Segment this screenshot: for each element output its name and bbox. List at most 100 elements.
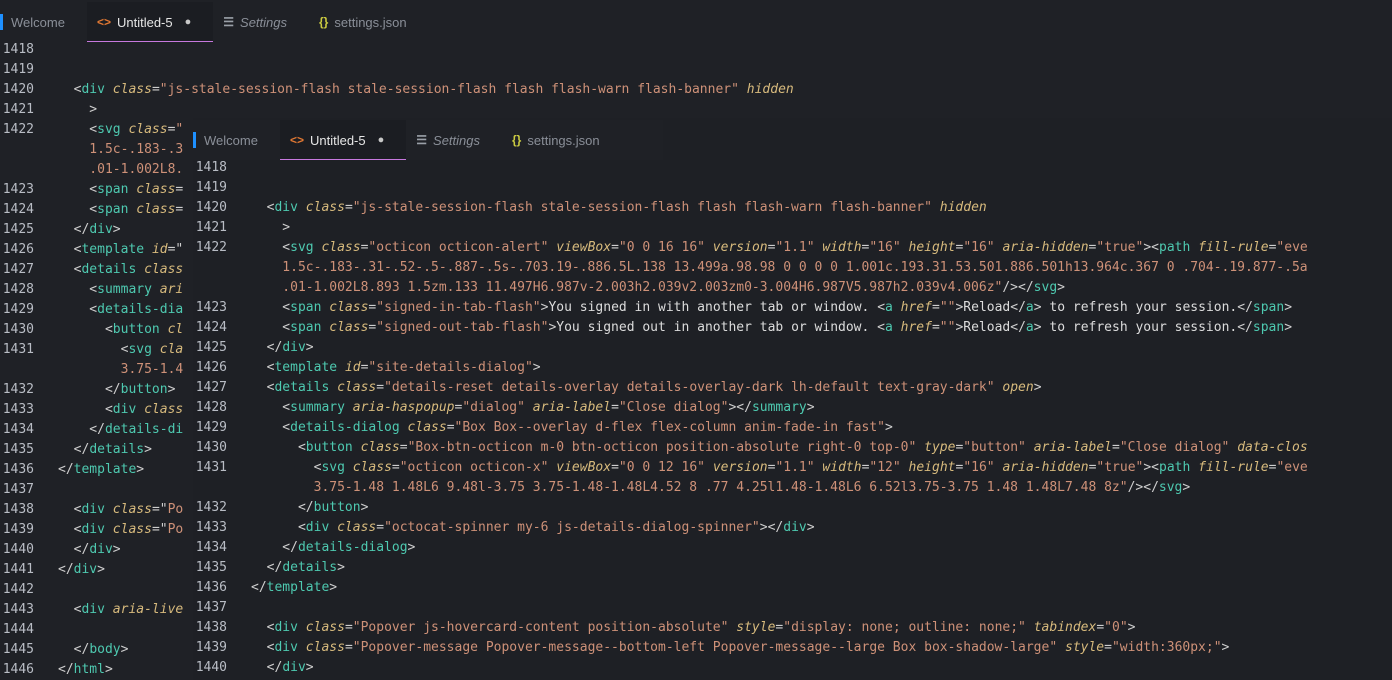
code-token: =" [151,522,168,537]
line-number: 1427 [195,380,227,395]
tab-label: Untitled-5 [309,132,366,148]
code-line[interactable]: 1421 > [0,100,1392,120]
code-line[interactable]: 1422 <svg class = "octicon octicon-alert" … [193,238,1392,258]
code-line[interactable]: 1424 <span class="signed-out-tab-flash">… [193,318,1392,338]
code-line[interactable]: 1426 <template id="site-details-dialog"> [193,358,1392,378]
code-token: details-dialog [290,420,408,435]
code-token: class [305,640,345,655]
line-number: 1419 [195,180,227,195]
code-line[interactable]: 1419 [193,178,1392,198]
code-token: </ [58,662,74,677]
line-number: 1419 [2,62,34,77]
code-token: </ [58,442,90,457]
front-editor[interactable]: 1418 1419 1420 <div class="js-stale-sessio… [193,158,1392,680]
line-number: 1440 [195,660,227,675]
code-token: class [112,82,152,97]
code-token: /></ [1002,280,1034,295]
code-line[interactable]: 1437 [193,598,1392,618]
code-line[interactable]: 1439 <div class="Popover-message Popover… [193,638,1392,658]
code-line[interactable]: 1419 [0,60,1392,80]
code-line[interactable]: 1429 <details-dialog class="Box Box--ove… [193,418,1392,438]
unsaved-dot-icon[interactable]: ● [185,16,192,28]
code-token: > [167,382,176,397]
code-token: cl [167,322,184,337]
code-token: type [916,440,956,455]
code-line[interactable]: 1432 </button> [193,498,1392,518]
code-line[interactable]: 1440 </div> [193,658,1392,678]
code-token: height [900,240,956,255]
code-line[interactable]: 1428 <summary aria-haspopup="dialog" ari… [193,398,1392,418]
code-line[interactable]: 1435 </details> [193,558,1392,578]
code-token: id [151,242,168,257]
code-token: > [329,580,338,595]
code-line[interactable]: 1.5c-.183-.31-.52-.5-.887-.5s-.703.19-.8… [193,258,1392,278]
code-token: </ [251,500,314,515]
code-token: path [1159,240,1199,255]
line-number: 1433 [195,520,227,535]
code-token: ></ [759,520,784,535]
line-number: 1431 [2,342,34,357]
code-text: <div class="Popover-message Popover-mess… [251,638,1230,658]
code-token: version [704,240,768,255]
code-token: html [73,662,105,677]
code-token: "Popover-message Popover-message--bottom… [352,640,1058,655]
code-token: > [305,340,314,355]
code-token: button [305,440,361,455]
code-token: "js-stale-session-flash stale-session-fl… [159,82,739,97]
tab-settings-json[interactable]: {} settings.json [309,2,429,42]
line-number: 1437 [2,482,34,497]
line-number: 1441 [2,562,34,577]
line-number: 1420 [2,82,34,97]
unsaved-dot-icon[interactable]: ● [378,134,385,146]
code-token: details [89,442,145,457]
code-text: 1.5c-.183-.3 [58,140,183,160]
code-token: hidden [931,200,987,215]
code-line[interactable]: 1423 <span class="signed-in-tab-flash">Y… [193,298,1392,318]
code-text: </div> [58,220,121,240]
tab-welcome[interactable]: Welcome [0,2,87,42]
code-text: </template> [251,578,337,598]
tab-untitled-5[interactable]: <> Untitled-5 ● [279,120,407,160]
tab-welcome[interactable]: Welcome [193,120,280,160]
code-line[interactable]: 1431 <svg class="octicon octicon-x" view… [193,458,1392,478]
code-text: <template id="site-details-dialog"> [251,358,541,378]
code-line[interactable]: 1433 <div class="octocat-spinner my-6 js… [193,518,1392,538]
code-line[interactable]: 1434 </details-dialog> [193,538,1392,558]
code-line[interactable]: .01-1.002L8.893 1.5zm.133 11.497H6.987v-… [193,278,1392,298]
code-token: height [900,460,956,475]
code-token: < [58,242,82,257]
code-line[interactable]: 1418 [193,158,1392,178]
code-token: </ [58,642,90,657]
code-token: > [104,662,113,677]
json-icon: {} [319,15,329,29]
code-token: > [1057,280,1065,295]
tab-label: Untitled-5 [116,14,173,30]
code-line[interactable]: 1421 > [193,218,1392,238]
code-token: = [151,82,160,97]
tab-label: settings.json [334,14,407,30]
code-token: < [251,440,306,455]
code-token: > [532,360,541,375]
line-number: 1432 [195,500,227,515]
code-line[interactable]: 1425 </div> [193,338,1392,358]
code-line[interactable]: 1436 </template> [193,578,1392,598]
code-line[interactable]: 1427 <details class="details-reset detai… [193,378,1392,398]
tab-settings[interactable]: ☰ Settings [406,120,502,160]
code-line[interactable]: 1430 <button class="Box-btn-octicon m-0 … [193,438,1392,458]
code-token: </ [1010,320,1026,335]
code-token: class [337,520,377,535]
line-number: 1418 [2,42,34,57]
tab-untitled-5[interactable]: <> Untitled-5 ● [86,2,214,42]
code-line[interactable]: 1418 [0,40,1392,60]
code-line[interactable]: 1438 <div class="Popover js-hovercard-co… [193,618,1392,638]
tab-settings[interactable]: ☰ Settings [213,2,309,42]
code-line[interactable]: 3.75-1.48 1.48L6 9.48l-3.75 3.75-1.48-1.… [193,478,1392,498]
code-token: < [251,200,275,215]
tab-settings-json[interactable]: {} settings.json [502,120,622,160]
code-line[interactable]: 1420 <div class="js-stale-session-flash … [193,198,1392,218]
code-token: width [814,460,862,475]
code-line[interactable]: 1420 <div class="js-stale-session-flash … [0,80,1392,100]
code-token: < [58,82,82,97]
line-number: 1435 [195,560,227,575]
code-token: > [337,560,345,575]
